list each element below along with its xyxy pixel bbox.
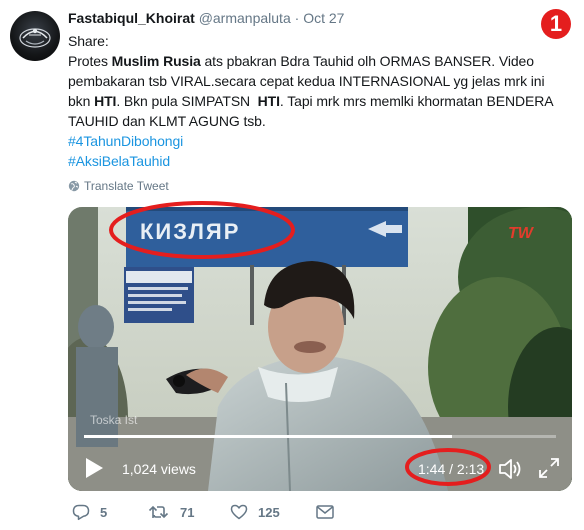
hashtag-link[interactable]: #4TahunDibohongi <box>68 131 568 151</box>
video-player[interactable]: КИЗЛЯР TW Toska Ist 1,024 views 1:44 / 2… <box>68 207 572 491</box>
retweet-count: 71 <box>180 504 195 520</box>
fullscreen-icon[interactable] <box>538 457 560 479</box>
message-button[interactable] <box>316 505 334 519</box>
progress-bar[interactable] <box>84 435 556 438</box>
avatar-emblem <box>19 28 51 48</box>
retweet-icon <box>148 505 169 519</box>
translate-tweet-link[interactable]: Translate Tweet <box>68 179 169 193</box>
progress-fill <box>84 435 453 438</box>
tweet-text-bold: HTI <box>257 93 280 109</box>
tweet-line: Protes Muslim Rusia ats pbakran Bdra Tau… <box>68 51 568 71</box>
channel-logo: TW <box>508 225 533 242</box>
heart-icon <box>230 504 248 520</box>
tweet-text-segment: bkn <box>68 93 95 109</box>
tweet-line: bkn HTI. Bkn pula SIMPATSN HTI. Tapi mrk… <box>68 91 568 111</box>
tweet-text-segment: Protes <box>68 53 112 69</box>
video-sign-label: КИЗЛЯР <box>140 219 241 244</box>
tweet-line: TAUHID dan KLMT AGUNG tsb. <box>68 111 568 131</box>
tweet-line: pembakaran tsb VIRAL.secara cepat kedua … <box>68 71 568 91</box>
tweet-text-bold: HTI <box>94 93 117 109</box>
tweet-text-segment: Share: <box>68 33 109 49</box>
separator-dot: · <box>294 10 300 26</box>
play-icon[interactable] <box>84 457 104 479</box>
globe-icon <box>68 180 80 192</box>
translate-label[interactable]: Translate Tweet <box>84 179 169 193</box>
retweet-button[interactable]: 71 <box>148 503 230 521</box>
playback-time: 1:44 / 2:13 <box>418 461 485 477</box>
view-count: 1,024 views <box>122 461 196 477</box>
tweet-text-segment: . Bkn pula SIMPATSN <box>116 93 258 109</box>
tweet-actions: 5 71 125 <box>72 503 334 521</box>
user-handle[interactable]: @armanpaluta <box>199 10 291 26</box>
tweet-header: Fastabiqul_Khoirat @armanpaluta · Oct 27 <box>68 10 344 26</box>
tweet-text-bold: Muslim Rusia <box>111 53 201 69</box>
like-count: 125 <box>258 504 280 520</box>
tweet-text-segment: TAUHID dan KLMT AGUNG tsb. <box>68 113 266 129</box>
reply-button[interactable]: 5 <box>72 503 148 521</box>
avatar[interactable] <box>10 11 60 61</box>
reply-count: 5 <box>100 504 108 520</box>
tweet-text-segment: ats pbakran Bdra Tauhid olh ORMAS BANSER… <box>200 53 534 69</box>
tweet-text: Share: Protes Muslim Rusia ats pbakran B… <box>68 31 568 171</box>
video-frame <box>68 207 572 491</box>
tweet-line: Share: <box>68 31 568 51</box>
display-name[interactable]: Fastabiqul_Khoirat <box>68 10 195 26</box>
tweet-text-segment: . Tapi mrk mrs memlki khormatan BENDERA <box>279 93 554 109</box>
envelope-icon <box>316 505 334 519</box>
tweet-text-segment: pembakaran tsb VIRAL.secara cepat kedua … <box>68 73 545 89</box>
like-button[interactable]: 125 <box>230 504 316 520</box>
volume-icon[interactable] <box>498 457 524 481</box>
video-watermark: Toska Ist <box>90 413 138 427</box>
tweet-date[interactable]: Oct 27 <box>303 10 344 26</box>
hashtag-link[interactable]: #AksiBelaTauhid <box>68 151 568 171</box>
reply-icon <box>72 504 90 521</box>
